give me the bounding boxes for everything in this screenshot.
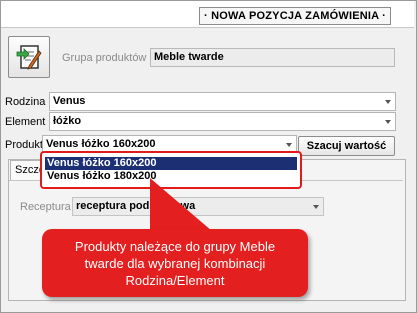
edit-product-button[interactable] <box>8 36 50 78</box>
produkt-value: Venus łóżko 160x200 <box>46 138 156 150</box>
element-select[interactable]: łóżko <box>49 112 396 131</box>
header-divider <box>1 27 414 28</box>
element-value: łóżko <box>53 115 82 127</box>
rodzina-value: Venus <box>53 95 86 107</box>
produkt-label: Produkt <box>5 139 43 151</box>
edit-document-icon <box>16 45 42 70</box>
rodzina-select[interactable]: Venus <box>49 92 396 111</box>
grupa-produktow-label: Grupa produktów <box>62 52 147 64</box>
callout-text: Produkty należące do grupy Meble twarde … <box>74 238 276 288</box>
rodzina-label: Rodzina <box>5 96 46 108</box>
info-callout: Produkty należące do grupy Meble twarde … <box>42 229 308 297</box>
dropdown-option[interactable]: Venus łóżko 180x200 <box>45 170 297 183</box>
dropdown-option[interactable]: Venus łóżko 160x200 <box>45 157 297 170</box>
receptura-label: Receptura <box>20 201 71 213</box>
receptura-value: receptura podstawowa <box>76 200 196 212</box>
produkt-dropdown-list: Venus łóżko 160x200 Venus łóżko 180x200 <box>40 151 302 189</box>
new-order-item-button[interactable]: · NOWA POZYCJA ZAMÓWIENIA · <box>199 7 391 25</box>
chevron-down-icon[interactable] <box>286 143 292 147</box>
panel-header: · NOWA POZYCJA ZAMÓWIENIA · <box>1 1 414 27</box>
element-label: Element <box>5 116 46 128</box>
grupa-produktow-field: Meble twarde <box>150 48 395 67</box>
chevron-down-icon[interactable] <box>385 100 391 104</box>
chevron-down-icon[interactable] <box>313 205 319 209</box>
receptura-select[interactable]: receptura podstawowa <box>72 197 324 216</box>
chevron-down-icon[interactable] <box>385 120 391 124</box>
szacuj-wartosc-button[interactable]: Szacuj wartość <box>298 136 395 156</box>
